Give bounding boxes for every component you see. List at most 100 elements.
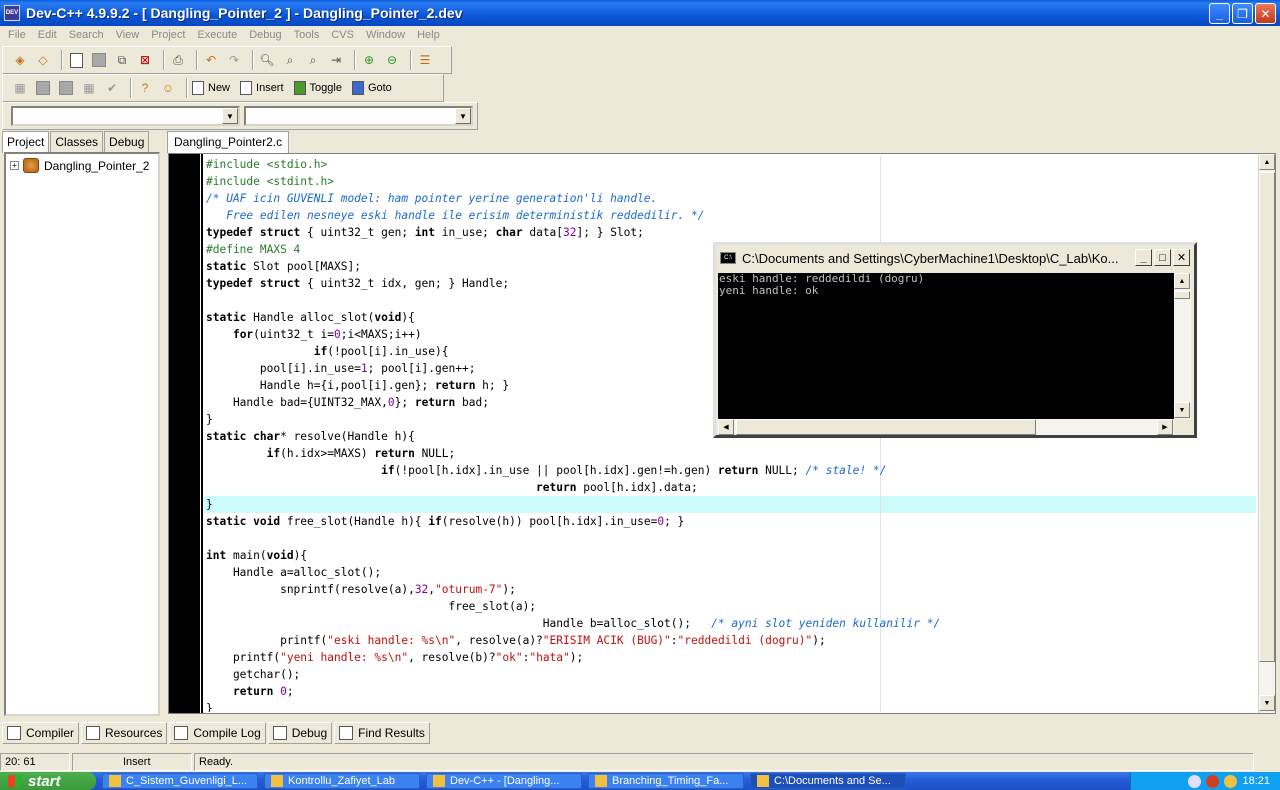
code-line[interactable]: return pool[h.idx].data; — [206, 479, 698, 496]
goto-line-icon[interactable]: ⇥ — [327, 51, 345, 69]
menu-tools[interactable]: Tools — [288, 29, 326, 41]
tab-debug[interactable]: Debug — [267, 722, 333, 744]
open-project-icon[interactable]: ◈ — [11, 51, 29, 69]
expand-icon[interactable]: + — [10, 161, 19, 170]
close-file-icon[interactable]: ⊠ — [136, 51, 154, 69]
chevron-down-icon[interactable]: ▼ — [455, 108, 471, 124]
tab-classes[interactable]: Classes — [50, 131, 104, 153]
project-browser[interactable]: + Dangling_Pointer_2 — [4, 152, 160, 716]
code-line[interactable]: if(h.idx>=MAXS) return NULL; — [206, 445, 456, 462]
replace-icon[interactable]: ⌕ — [281, 51, 299, 69]
menu-file[interactable]: File — [2, 29, 32, 41]
scroll-down-icon[interactable]: ▼ — [1174, 402, 1190, 418]
title-bar[interactable]: DEV Dev-C++ 4.9.9.2 - [ Dangling_Pointer… — [0, 0, 1280, 26]
code-line[interactable]: pool[i].in_use=1; pool[i].gen++; — [206, 360, 476, 377]
code-line[interactable]: static char* resolve(Handle h){ — [206, 428, 415, 445]
console-horizontal-scrollbar[interactable]: ◀ ▶ — [718, 419, 1174, 435]
find-next-icon[interactable]: ⌕ — [304, 51, 322, 69]
scroll-right-icon[interactable]: ▶ — [1157, 419, 1173, 435]
remove-from-project-icon[interactable]: ⊖ — [383, 51, 401, 69]
scroll-thumb[interactable] — [1259, 172, 1275, 662]
console-window[interactable]: C:\ C:\Documents and Settings\CyberMachi… — [713, 242, 1197, 438]
run-icon[interactable] — [34, 79, 52, 97]
tray-icon[interactable] — [1224, 774, 1238, 788]
console-title-bar[interactable]: C:\ C:\Documents and Settings\CyberMachi… — [716, 245, 1194, 271]
close-button[interactable]: ✕ — [1255, 3, 1276, 24]
toggle-bookmark-button[interactable]: Toggle — [293, 81, 342, 95]
code-line[interactable]: #include <stdio.h> — [206, 156, 327, 173]
menu-project[interactable]: Project — [145, 29, 191, 41]
code-line[interactable]: return 0; — [206, 683, 294, 700]
taskbar-button[interactable]: Dev-C++ - [Dangling... — [426, 773, 582, 789]
tray-icon[interactable] — [1188, 774, 1202, 788]
restore-button[interactable]: ❐ — [1232, 3, 1253, 24]
code-line[interactable]: static Handle alloc_slot(void){ — [206, 309, 415, 326]
code-line[interactable]: snprintf(resolve(a),32,"oturum-7"); — [206, 581, 516, 598]
compile-run-icon[interactable] — [57, 79, 75, 97]
tab-resources[interactable]: Resources — [81, 722, 168, 744]
taskbar-button[interactable]: C_Sistem_Guvenligi_L... — [102, 773, 258, 789]
tab-find-results[interactable]: Find Results — [334, 722, 430, 744]
code-line[interactable]: typedef struct { uint32_t gen; int in_us… — [206, 224, 644, 241]
code-line[interactable]: } — [206, 700, 213, 712]
scroll-up-icon[interactable]: ▲ — [1259, 154, 1275, 170]
open-file-icon[interactable] — [90, 51, 108, 69]
print-icon[interactable]: ⎙ — [169, 51, 187, 69]
taskbar-button[interactable]: Kontrollu_Zafiyet_Lab — [264, 773, 420, 789]
tab-compiler[interactable]: Compiler — [2, 722, 80, 744]
about-icon[interactable]: ☺ — [159, 79, 177, 97]
tab-debug[interactable]: Debug — [104, 131, 150, 153]
scroll-down-icon[interactable]: ▼ — [1259, 695, 1275, 711]
find-icon[interactable]: 🔍︎ — [258, 51, 276, 69]
code-line[interactable]: if(!pool[h.idx].in_use || pool[h.idx].ge… — [206, 462, 886, 479]
menu-search[interactable]: Search — [63, 29, 110, 41]
editor-vertical-scrollbar[interactable]: ▲ ▼ — [1258, 154, 1275, 713]
new-class-button[interactable]: New — [192, 81, 230, 95]
class-combo[interactable]: ▼ — [11, 106, 240, 126]
code-line[interactable]: } — [206, 411, 213, 428]
code-line[interactable]: typedef struct { uint32_t idx, gen; } Ha… — [206, 275, 509, 292]
menu-edit[interactable]: Edit — [32, 29, 63, 41]
scroll-up-icon[interactable]: ▲ — [1174, 273, 1190, 289]
code-line[interactable]: Handle bad={UINT32_MAX,0}; return bad; — [206, 394, 489, 411]
taskbar-button[interactable]: C:\Documents and Se... — [750, 773, 906, 789]
tab-project[interactable]: Project — [2, 131, 50, 153]
code-line[interactable]: getchar(); — [206, 666, 300, 683]
code-line[interactable]: #include <stdint.h> — [206, 173, 334, 190]
start-button[interactable]: start — [0, 772, 96, 790]
help-icon[interactable]: ? — [136, 79, 154, 97]
chevron-down-icon[interactable]: ▼ — [222, 108, 238, 124]
code-line[interactable]: Handle a=alloc_slot(); — [206, 564, 381, 581]
rebuild-icon[interactable]: ▦ — [80, 79, 98, 97]
code-line[interactable]: static void free_slot(Handle h){ if(reso… — [206, 513, 684, 530]
console-minimize-button[interactable]: _ — [1135, 249, 1152, 266]
code-line[interactable]: printf("eski handle: %s\n", resolve(a)?"… — [206, 632, 826, 649]
menu-execute[interactable]: Execute — [191, 29, 243, 41]
console-maximize-button[interactable]: □ — [1154, 249, 1171, 266]
project-tree-root[interactable]: + Dangling_Pointer_2 — [10, 158, 149, 173]
console-close-button[interactable]: ✕ — [1173, 249, 1190, 266]
scroll-left-icon[interactable]: ◀ — [718, 419, 734, 435]
tab-compile-log[interactable]: Compile Log — [169, 722, 266, 744]
scroll-thumb[interactable] — [1174, 291, 1190, 299]
menu-debug[interactable]: Debug — [243, 29, 287, 41]
menu-help[interactable]: Help — [411, 29, 446, 41]
code-line[interactable]: } — [206, 496, 213, 513]
code-line[interactable]: #define MAXS 4 — [206, 241, 300, 258]
menu-cvs[interactable]: CVS — [325, 29, 360, 41]
code-line[interactable]: int main(void){ — [206, 547, 307, 564]
close-project-icon[interactable]: ◇ — [34, 51, 52, 69]
member-combo[interactable]: ▼ — [244, 106, 473, 126]
add-to-project-icon[interactable]: ⊕ — [360, 51, 378, 69]
console-vertical-scrollbar[interactable]: ▲ ▼ — [1174, 273, 1191, 419]
menu-view[interactable]: View — [110, 29, 146, 41]
code-line[interactable]: static Slot pool[MAXS]; — [206, 258, 361, 275]
code-line[interactable]: if(!pool[i].in_use){ — [206, 343, 449, 360]
minimize-button[interactable]: _ — [1209, 3, 1230, 24]
devcpp-app-icon[interactable]: DEV — [4, 5, 20, 21]
undo-icon[interactable]: ↶ — [202, 51, 220, 69]
redo-icon[interactable]: ↷ — [225, 51, 243, 69]
new-file-icon[interactable] — [67, 51, 85, 69]
code-line[interactable]: free_slot(a); — [206, 598, 536, 615]
editor-tab[interactable]: Dangling_Pointer2.c — [167, 131, 290, 153]
